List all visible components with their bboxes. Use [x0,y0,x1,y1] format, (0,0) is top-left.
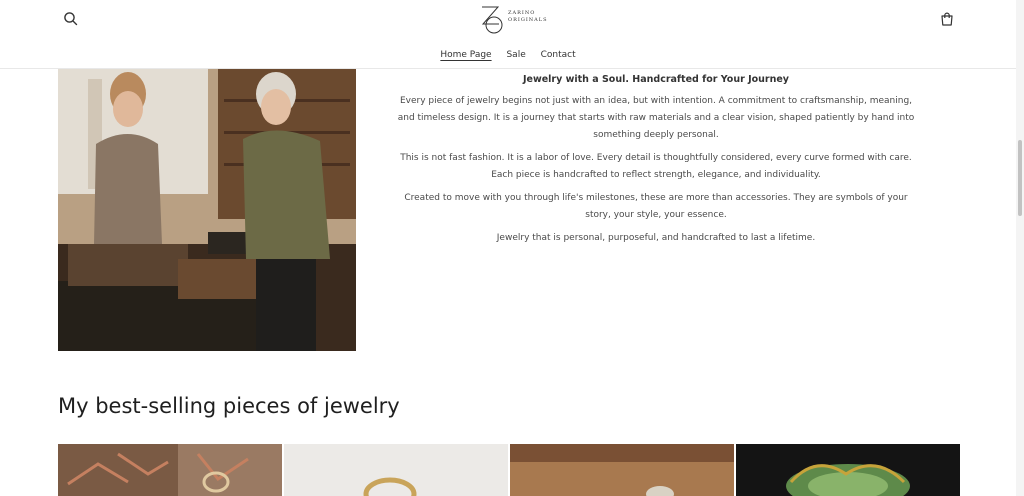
bestsellers-grid [58,444,960,496]
story-paragraph-2: This is not fast fashion. It is a labor … [400,153,912,180]
product-card[interactable] [58,444,282,496]
search-icon [64,12,78,26]
product-image [284,444,508,496]
product-image [510,444,734,496]
product-card[interactable] [736,444,960,496]
brand-name-line2: ORIGINALS [508,17,548,23]
monogram-logo-icon [481,6,503,34]
artisan-photo [58,69,356,351]
story-title: Jewelry with a Soul. Handcrafted for You… [522,74,790,85]
nav-item-home-page[interactable]: Home Page [440,50,491,60]
product-card[interactable] [510,444,734,496]
brand-story: Jewelry with a Soul. Handcrafted for You… [396,73,916,253]
main-nav: Home Page Sale Contact [0,50,1016,60]
story-paragraph-3: Created to move with you through life's … [404,193,908,220]
product-image [58,444,282,496]
scrollbar-thumb[interactable] [1018,140,1022,216]
bestsellers-heading: My best-selling pieces of jewelry [58,394,400,418]
brand-logo[interactable]: ZARINO ORIGINALS [478,2,547,36]
product-card[interactable] [284,444,508,496]
nav-item-sale[interactable]: Sale [506,50,525,60]
nav-item-contact[interactable]: Contact [541,50,576,60]
site-header: ZARINO ORIGINALS Home Page Sale Contact [0,0,1016,69]
brand-name-line1: ZARINO [508,10,536,16]
product-image [736,444,960,496]
cart-icon [941,12,953,26]
cart-button[interactable] [938,10,956,28]
page-scrollbar[interactable] [1016,0,1024,496]
story-paragraph-4: Jewelry that is personal, purposeful, an… [496,233,816,243]
search-button[interactable] [62,10,80,28]
story-paragraph-1: Every piece of jewelry begins not just w… [397,96,915,140]
